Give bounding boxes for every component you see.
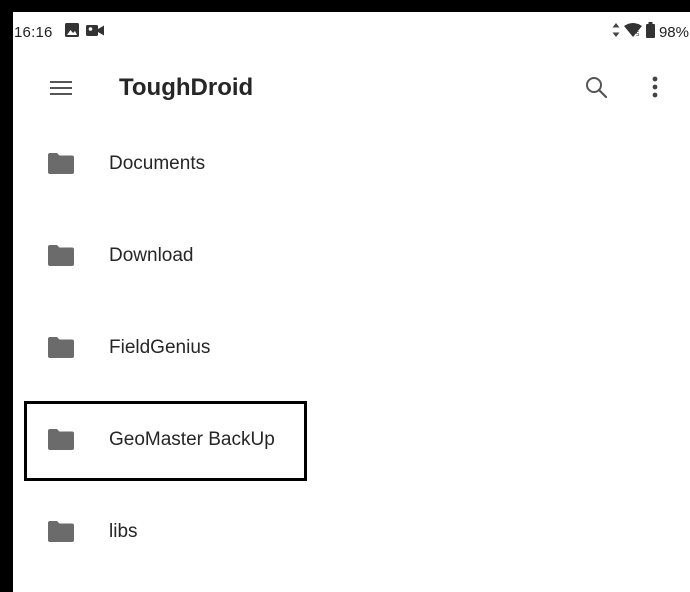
folder-icon xyxy=(48,429,74,450)
folder-label: Documents xyxy=(109,153,206,174)
folder-icon xyxy=(48,153,74,174)
folder-item-geomaster-backup[interactable]: GeoMaster BackUp xyxy=(13,394,690,486)
folder-icon xyxy=(48,521,74,542)
folder-label: GeoMaster BackUp xyxy=(109,429,275,450)
wifi-icon: 5 xyxy=(623,23,642,41)
app-title: ToughDroid xyxy=(119,74,254,101)
video-camera-icon xyxy=(85,24,104,41)
folder-icon xyxy=(48,337,74,358)
status-bar: 16:16 5 98% xyxy=(13,12,690,52)
data-arrows-icon xyxy=(612,23,620,41)
more-vert-icon[interactable] xyxy=(641,70,669,104)
folder-item-documents[interactable]: Documents xyxy=(13,118,690,210)
battery-icon xyxy=(645,22,655,42)
folder-label: FieldGenius xyxy=(109,337,211,358)
folder-list: Documents Download FieldGenius GeoMaster… xyxy=(13,118,690,578)
folder-item-fieldgenius[interactable]: FieldGenius xyxy=(13,302,690,394)
search-icon[interactable] xyxy=(579,70,613,104)
status-notification-icons xyxy=(64,23,104,41)
folder-label: libs xyxy=(109,521,138,542)
battery-percent: 98% xyxy=(658,23,689,41)
status-right-group: 5 98% xyxy=(612,12,689,52)
folder-label: Download xyxy=(109,245,194,266)
app-bar: ToughDroid xyxy=(13,52,690,124)
status-time: 16:16 xyxy=(14,23,53,41)
image-icon xyxy=(64,23,79,41)
folder-icon xyxy=(48,245,74,266)
folder-item-libs[interactable]: libs xyxy=(13,486,690,578)
folder-item-download[interactable]: Download xyxy=(13,210,690,302)
hamburger-menu-icon[interactable] xyxy=(45,72,77,104)
svg-text:5: 5 xyxy=(636,32,640,37)
device-screen: 16:16 5 98% ToughDroid Documents Downloa… xyxy=(0,0,690,592)
